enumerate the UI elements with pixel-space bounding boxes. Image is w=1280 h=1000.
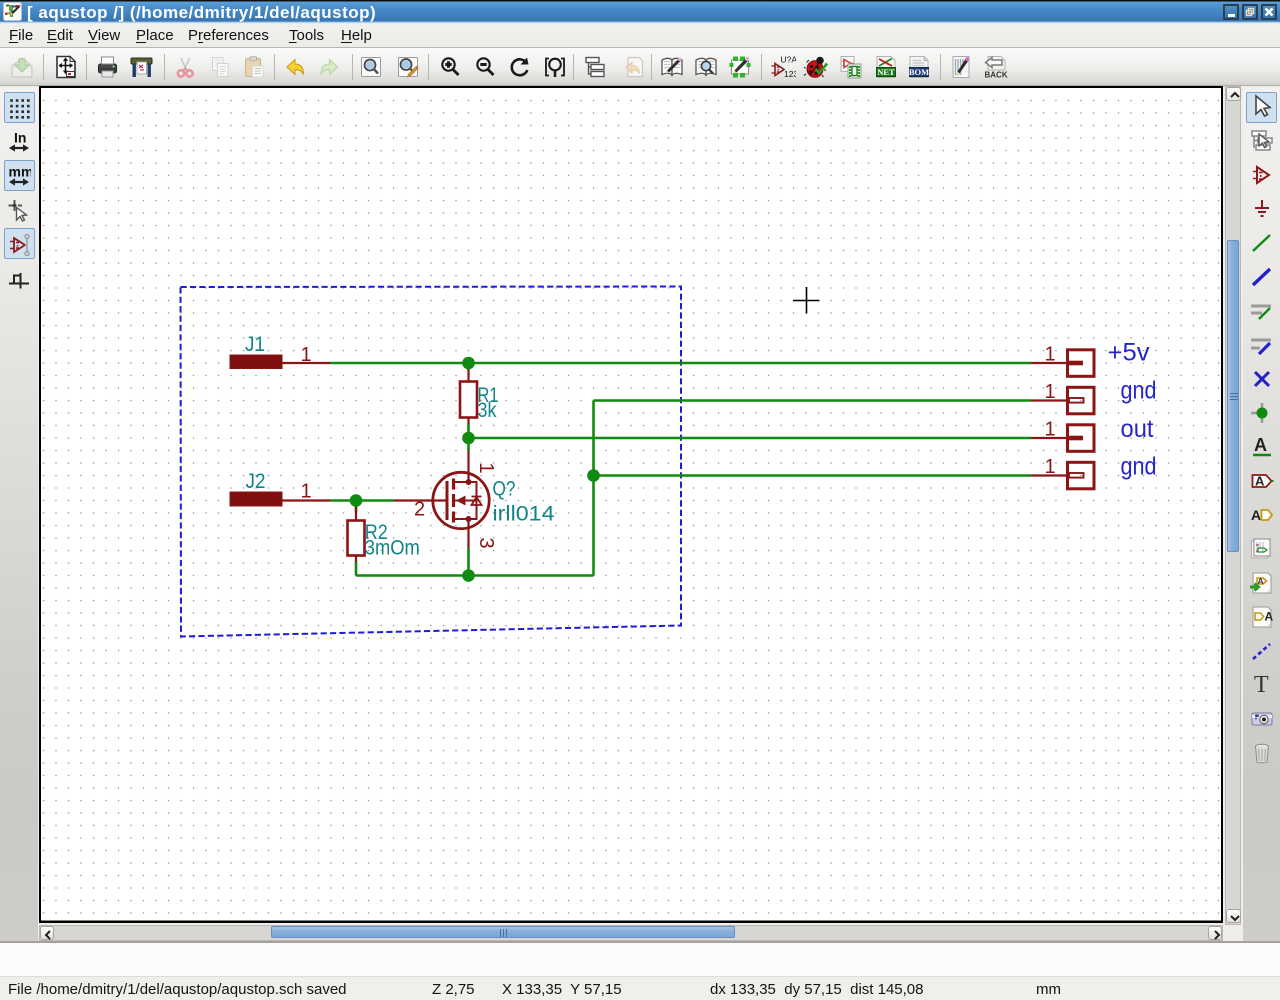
svg-text:Q?: Q? <box>493 477 516 500</box>
svg-text:1: 1 <box>301 344 312 366</box>
svg-text:In: In <box>14 130 26 146</box>
svg-text:mm: mm <box>9 164 32 180</box>
svg-text:NET: NET <box>877 67 895 77</box>
svg-text:T: T <box>1254 672 1269 698</box>
svg-text:1: 1 <box>1045 344 1056 366</box>
svg-text:3k: 3k <box>478 399 497 422</box>
svg-text:A: A <box>1255 474 1265 489</box>
svg-text:A: A <box>1257 576 1263 586</box>
svg-text:A: A <box>1264 610 1273 624</box>
svg-text:1: 1 <box>301 481 312 503</box>
svg-text:+5v: +5v <box>1108 339 1150 367</box>
svg-text:1: 1 <box>1045 419 1056 441</box>
svg-text:2: 2 <box>414 499 425 521</box>
svg-text:3: 3 <box>475 538 497 549</box>
svg-text:A: A <box>1251 507 1261 523</box>
svg-text:irll014: irll014 <box>493 503 555 526</box>
svg-text:1: 1 <box>1045 456 1056 478</box>
svg-text:U?A: U?A <box>781 55 797 65</box>
svg-text:123: 123 <box>784 69 796 79</box>
svg-text:3mOm: 3mOm <box>365 537 420 560</box>
svg-text:J1: J1 <box>245 333 265 356</box>
svg-text:A: A <box>1254 435 1267 455</box>
svg-text:BACK: BACK <box>985 71 1008 80</box>
svg-text:gnd: gnd <box>1121 453 1157 481</box>
svg-text:BOM: BOM <box>909 67 929 77</box>
svg-text:1: 1 <box>1045 381 1056 403</box>
svg-text:gnd: gnd <box>1121 377 1157 405</box>
svg-text:out: out <box>1121 415 1154 443</box>
svg-text:1: 1 <box>475 463 497 474</box>
svg-text:J2: J2 <box>246 470 266 493</box>
